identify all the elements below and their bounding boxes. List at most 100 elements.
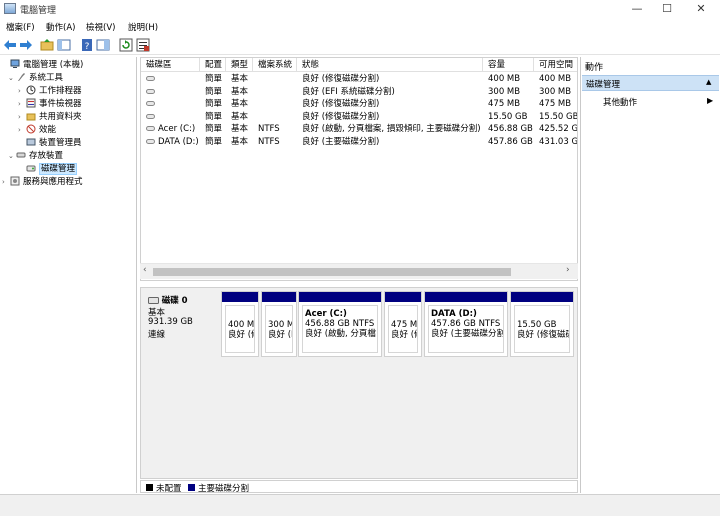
volume-row[interactable]: 簡單 基本 良好 (修復磁碟分割) 400 MB 400 MB (141, 73, 577, 86)
clock-icon (26, 85, 36, 95)
tree-expander[interactable]: ⌄ (8, 150, 16, 163)
partition-status: 良好 (修 (391, 330, 417, 340)
volume-row[interactable]: 簡單 基本 良好 (修復磁碟分割) 15.50 GB 15.50 GB (141, 111, 577, 124)
close-button[interactable]: ✕ (684, 0, 718, 18)
submenu-arrow-icon[interactable]: ▶ (707, 96, 713, 105)
back-icon[interactable] (3, 38, 17, 52)
properties-icon[interactable] (136, 38, 150, 52)
partition-bar (262, 292, 296, 302)
volume-row[interactable]: Acer (C:) 簡單 基本 NTFS 良好 (啟動, 分頁檔案, 損毀傾印,… (141, 123, 577, 136)
actions-section-header[interactable]: 磁碟管理 ▲ (582, 75, 719, 91)
scroll-left-icon[interactable]: ‹ (143, 265, 147, 275)
tree-item-system-tools[interactable]: ⌄ 系統工具 (8, 72, 63, 85)
column-status[interactable]: 狀態 (297, 58, 483, 72)
partition-d[interactable]: DATA (D:) 457.86 GB NTFS 良好 (主要磁碟分割 (424, 291, 508, 357)
tree-item-task-scheduler[interactable]: › 工作排程器 (18, 85, 82, 98)
menu-view[interactable]: 檢視(V) (86, 21, 115, 33)
menu-help[interactable]: 說明(H) (128, 21, 158, 33)
performance-icon (26, 124, 36, 134)
partition-size: 400 MI (228, 320, 255, 330)
actions-title: 動作 (585, 63, 604, 73)
partition[interactable]: 15.50 GB 良好 (修復磁碟分 (510, 291, 574, 357)
column-free-space[interactable]: 可用空間 (534, 58, 577, 72)
shared-folder-icon (26, 113, 36, 121)
partition-bar (511, 292, 573, 302)
volume-row[interactable]: DATA (D:) 簡單 基本 NTFS 良好 (主要磁碟分割) 457.86 … (141, 136, 577, 149)
collapse-up-icon[interactable]: ▲ (706, 78, 711, 86)
disk-label[interactable]: 磁碟 0 基本 931.39 GB 連線 (144, 291, 218, 357)
column-volume[interactable]: 磁碟區 (141, 58, 200, 72)
partition[interactable]: 300 M 良好 (E (261, 291, 297, 357)
partition-bar (425, 292, 507, 302)
storage-icon (16, 152, 26, 158)
folder-up-icon[interactable] (40, 38, 54, 52)
partition-status: 良好 (主要磁碟分割 (431, 329, 504, 339)
tree-expander[interactable]: › (18, 124, 26, 137)
partition-title: Acer (C:) (305, 309, 347, 319)
partition[interactable]: 400 MI 良好 (修 (221, 291, 259, 357)
volume-list: 磁碟區 配置 類型 檔案系統 狀態 容量 可用空間 簡單 基本 良好 (修復磁碟… (140, 57, 578, 281)
column-layout[interactable]: 配置 (200, 58, 226, 72)
tree-expander[interactable]: › (2, 176, 10, 189)
tree-item-event-viewer[interactable]: › 事件檢視器 (18, 98, 82, 111)
menu-bar: 檔案(F) 動作(A) 檢視(V) 說明(H) (0, 18, 720, 35)
toolbar: ? (0, 35, 720, 55)
volume-icon (146, 88, 155, 94)
partition-status: 良好 (修復磁碟分 (517, 330, 569, 340)
partition[interactable]: 475 MI 良好 (修 (384, 291, 422, 357)
tree-expander[interactable]: › (18, 98, 26, 111)
partition-size: 475 MI (391, 320, 418, 330)
tree-item-services-applications[interactable]: › 服務與應用程式 (2, 176, 83, 189)
svg-text:?: ? (85, 42, 90, 52)
help-icon[interactable]: ? (80, 38, 94, 52)
menu-action[interactable]: 動作(A) (46, 21, 75, 33)
tree-expander[interactable]: › (18, 85, 26, 98)
legend-unallocated: 未配置 (156, 484, 182, 494)
menu-file[interactable]: 檔案(F) (6, 21, 35, 33)
event-viewer-icon (26, 98, 36, 108)
tree-expander[interactable]: › (18, 111, 26, 124)
column-file-system[interactable]: 檔案系統 (253, 58, 297, 72)
volume-row[interactable]: 簡單 基本 良好 (EFI 系統磁碟分割) 300 MB 300 MB (141, 86, 577, 99)
tree-item-disk-management[interactable]: 磁碟管理 (18, 163, 78, 176)
forward-icon[interactable] (19, 38, 33, 52)
volume-list-header: 磁碟區 配置 類型 檔案系統 狀態 容量 可用空間 (141, 58, 577, 72)
legend-swatch-primary (188, 484, 195, 491)
device-manager-icon (26, 138, 36, 146)
console-tree: 電腦管理 (本機) ⌄ 系統工具 › 工作排程器 › 事件檢視器 › 共用資料夾 › 效能… (0, 57, 137, 493)
disk-name: 磁碟 0 (161, 296, 188, 306)
column-type[interactable]: 類型 (226, 58, 253, 72)
scroll-right-icon[interactable]: › (566, 265, 570, 275)
maximize-button[interactable]: ☐ (650, 0, 684, 18)
status-bar (0, 494, 720, 516)
more-actions-item[interactable]: 其他動作 (603, 96, 637, 108)
show-action-pane-icon[interactable] (96, 38, 110, 52)
title-bar: 電腦管理 — ☐ ✕ (0, 0, 720, 18)
tree-item-performance[interactable]: › 效能 (18, 124, 56, 137)
partition-status: 良好 (E (268, 330, 292, 340)
tree-item-computer-management[interactable]: 電腦管理 (本機) (2, 59, 83, 72)
minimize-button[interactable]: — (620, 0, 654, 18)
computer-icon (10, 59, 20, 68)
partition-title: DATA (D:) (431, 309, 477, 319)
column-capacity[interactable]: 容量 (483, 58, 534, 72)
tools-icon (18, 73, 25, 81)
partition-bar (385, 292, 421, 302)
refresh-icon[interactable] (119, 38, 133, 52)
legend: 未配置 主要磁碟分割 (140, 480, 578, 494)
scrollbar-thumb[interactable] (153, 268, 511, 276)
volume-icon (146, 138, 155, 144)
volume-row[interactable]: 簡單 基本 良好 (修復磁碟分割) 475 MB 475 MB (141, 98, 577, 111)
partition-size: 456.88 GB NTFS (305, 319, 375, 329)
tree-item-shared-folders[interactable]: › 共用資料夾 (18, 111, 82, 124)
tree-item-device-manager[interactable]: 裝置管理員 (18, 137, 82, 150)
partition-size: 457.86 GB NTFS (431, 319, 501, 329)
partition-status: 良好 (修 (228, 330, 254, 340)
app-icon (4, 3, 16, 14)
tree-item-storage[interactable]: ⌄ 存放裝置 (8, 150, 63, 163)
partition-c[interactable]: Acer (C:) 456.88 GB NTFS 良好 (啟動, 分頁檔 (298, 291, 382, 357)
volume-list-scrollbar[interactable]: ‹ › (140, 263, 578, 279)
tree-expander[interactable]: ⌄ (8, 72, 16, 85)
volume-icon (146, 101, 155, 106)
show-hide-tree-icon[interactable] (57, 38, 71, 52)
